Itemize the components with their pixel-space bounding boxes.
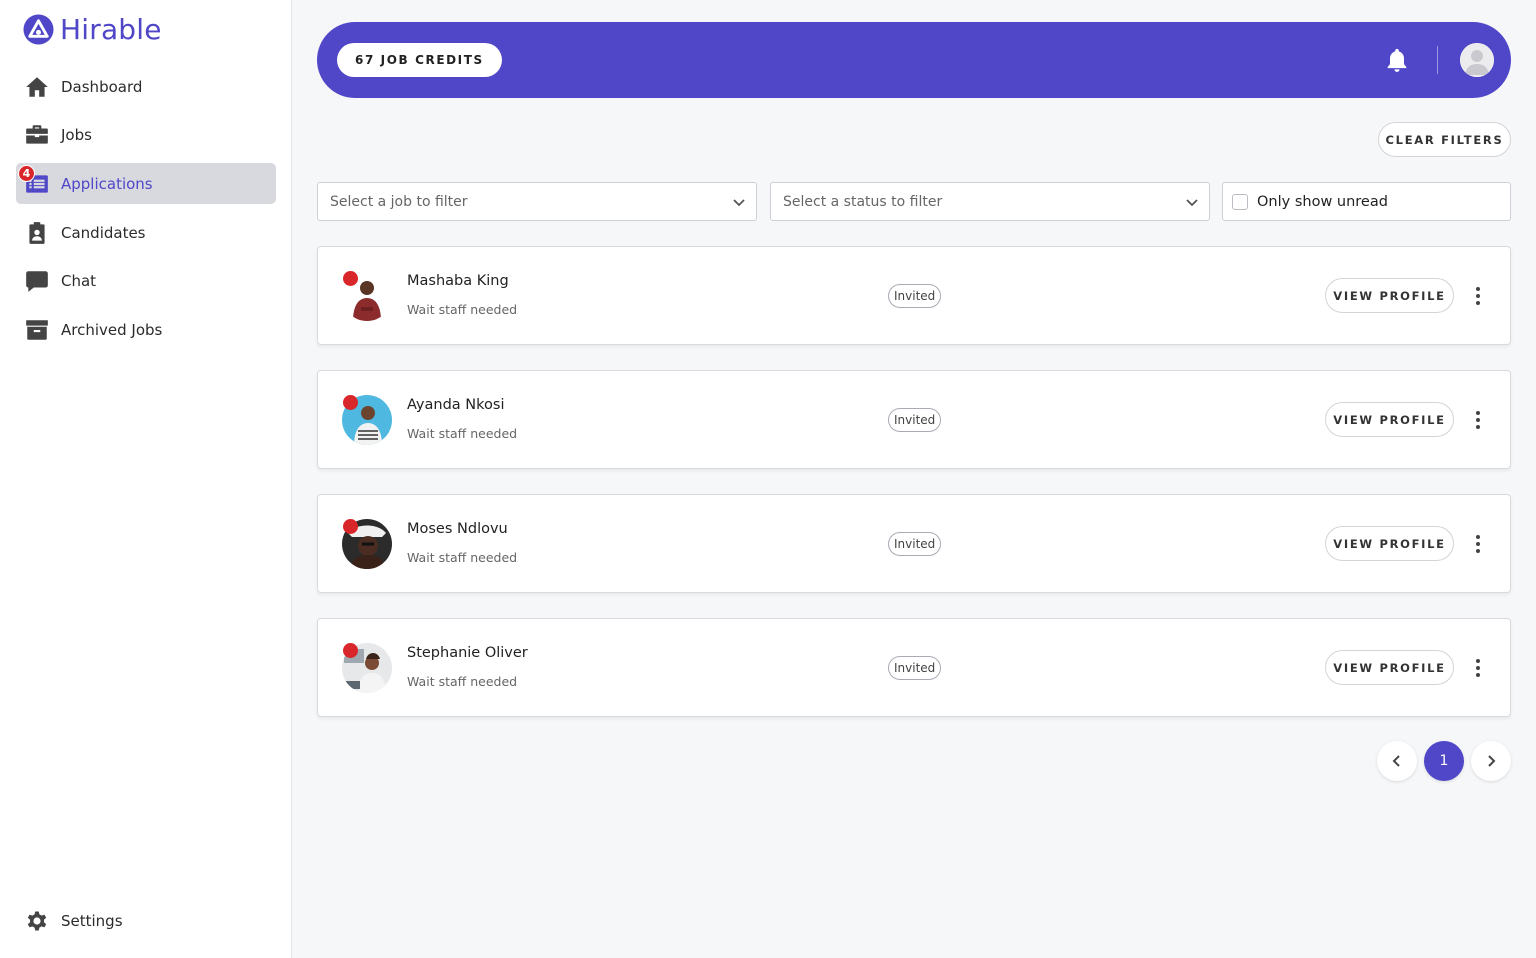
view-profile-button[interactable]: VIEW PROFILE [1325, 402, 1454, 437]
unread-indicator [343, 395, 358, 410]
more-options-icon[interactable] [1469, 657, 1487, 679]
status-badge: Invited [888, 408, 942, 432]
job-filter-select[interactable]: Select a job to filter [317, 182, 757, 221]
application-card: Moses Ndlovu Wait staff needed Invited V… [317, 494, 1511, 593]
status-badge: Invited [888, 532, 942, 556]
sidebar-item-label: Applications [61, 174, 153, 193]
unread-label: Only show unread [1257, 193, 1388, 210]
sidebar-item-label: Archived Jobs [61, 320, 163, 339]
chevron-down-icon [1185, 195, 1199, 209]
sidebar-item-label: Dashboard [61, 77, 143, 96]
header-divider [1437, 46, 1438, 74]
job-title: Wait staff needed [407, 550, 518, 565]
chevron-left-icon [1392, 755, 1400, 767]
chevron-right-icon [1488, 755, 1496, 767]
chat-icon [24, 268, 50, 294]
more-options-icon[interactable] [1469, 409, 1487, 431]
sidebar-item-label: Settings [61, 912, 123, 930]
page-number-button[interactable]: 1 [1424, 741, 1464, 781]
status-badge: Invited [888, 284, 942, 308]
logo[interactable]: Hirable [23, 13, 162, 46]
unread-indicator [343, 519, 358, 534]
job-title: Wait staff needed [407, 674, 518, 689]
top-header-bar: 67 JOB CREDITS [317, 22, 1511, 98]
sidebar-item-settings[interactable]: Settings [24, 908, 123, 934]
chevron-down-icon [732, 195, 746, 209]
unread-indicator [343, 271, 358, 286]
application-card: Stephanie Oliver Wait staff needed Invit… [317, 618, 1511, 717]
next-page-button[interactable] [1471, 741, 1511, 781]
gear-icon [24, 908, 50, 934]
sidebar-item-candidates[interactable]: Candidates [16, 212, 276, 253]
application-card: Mashaba King Wait staff needed Invited V… [317, 246, 1511, 345]
candidate-name[interactable]: Mashaba King [407, 273, 509, 289]
view-profile-button[interactable]: VIEW PROFILE [1325, 650, 1454, 685]
sidebar: Hirable Dashboard Jobs 4 Applications Ca… [0, 0, 292, 958]
job-credits-button[interactable]: 67 JOB CREDITS [337, 43, 502, 77]
status-badge: Invited [888, 656, 942, 680]
status-filter-select[interactable]: Select a status to filter [770, 182, 1210, 221]
candidate-name[interactable]: Moses Ndlovu [407, 521, 508, 537]
sidebar-item-applications[interactable]: 4 Applications [16, 163, 276, 205]
unread-checkbox[interactable] [1232, 193, 1248, 210]
brand-name: Hirable [60, 13, 162, 46]
job-title: Wait staff needed [407, 302, 518, 317]
bell-icon[interactable] [1383, 46, 1411, 74]
status-filter-placeholder: Select a status to filter [783, 193, 943, 210]
sidebar-item-label: Jobs [61, 126, 92, 145]
job-filter-placeholder: Select a job to filter [330, 193, 468, 210]
user-silhouette-icon [1460, 43, 1494, 77]
application-card: Ayanda Nkosi Wait staff needed Invited V… [317, 370, 1511, 469]
sidebar-item-label: Chat [61, 272, 97, 291]
user-avatar[interactable] [1460, 43, 1494, 77]
sidebar-nav: Dashboard Jobs 4 Applications Candidates [16, 66, 276, 358]
previous-page-button[interactable] [1377, 741, 1417, 781]
sidebar-item-chat[interactable]: Chat [16, 261, 276, 302]
view-profile-button[interactable]: VIEW PROFILE [1325, 526, 1454, 561]
sidebar-item-jobs[interactable]: Jobs [16, 115, 276, 156]
more-options-icon[interactable] [1469, 533, 1487, 555]
archive-icon [24, 317, 50, 343]
briefcase-icon [24, 122, 50, 148]
more-options-icon[interactable] [1469, 285, 1487, 307]
hirable-logo-icon [23, 14, 54, 45]
clear-filters-button[interactable]: CLEAR FILTERS [1378, 122, 1511, 157]
job-title: Wait staff needed [407, 426, 518, 441]
home-icon [24, 74, 50, 100]
candidate-name[interactable]: Stephanie Oliver [407, 645, 528, 661]
unread-indicator [343, 643, 358, 658]
sidebar-item-dashboard[interactable]: Dashboard [16, 66, 276, 107]
clipboard-user-icon [24, 220, 50, 246]
view-profile-button[interactable]: VIEW PROFILE [1325, 278, 1454, 313]
candidate-name[interactable]: Ayanda Nkosi [407, 397, 504, 413]
unread-filter: Only show unread [1222, 182, 1511, 221]
sidebar-item-archived-jobs[interactable]: Archived Jobs [16, 309, 276, 350]
sidebar-item-label: Candidates [61, 223, 146, 242]
